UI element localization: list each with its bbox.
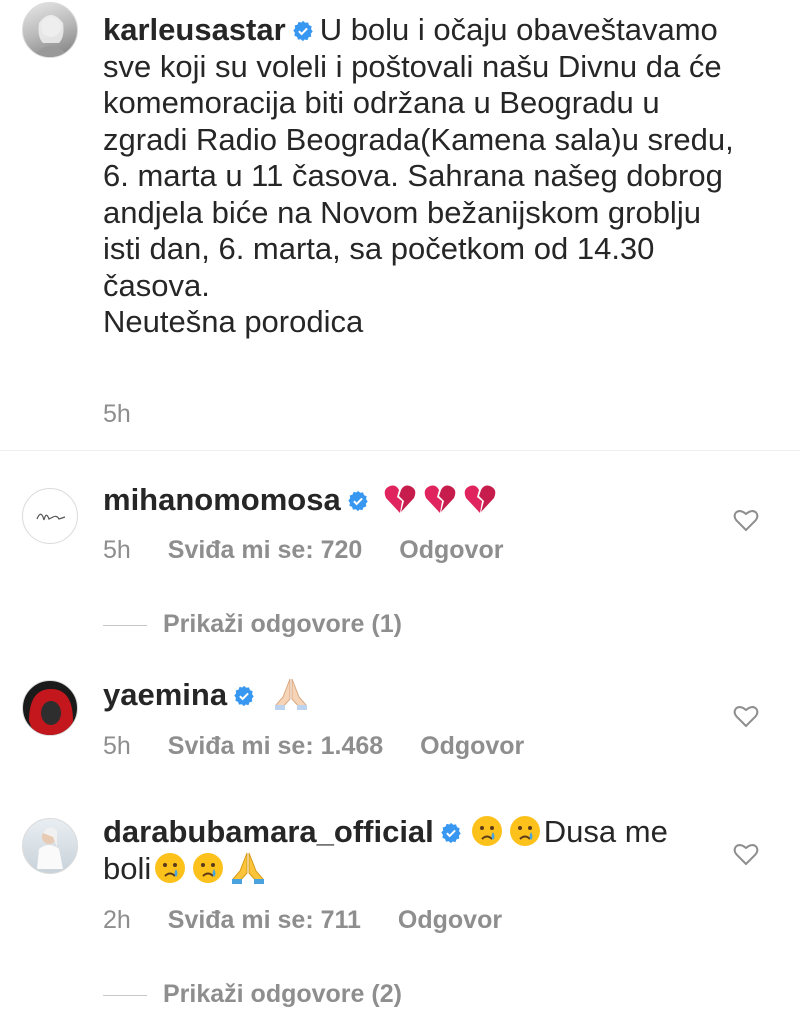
avatar-image	[29, 689, 73, 735]
caption-text-block: karleusastar U bolu i očaju obaveštavamo …	[103, 12, 740, 341]
heartbreak-icon	[425, 485, 456, 513]
like-heart-icon[interactable]	[733, 842, 759, 866]
verified-badge-icon	[234, 685, 254, 707]
like-heart-icon[interactable]	[733, 704, 759, 728]
comment-meta: 5h Sviđa mi se: 720 Odgovor	[103, 536, 533, 565]
like-count[interactable]: Sviđa mi se: 1.468	[168, 732, 383, 760]
comment-meta: 2h Sviđa mi se: 711 Odgovor	[103, 906, 532, 935]
comment-username[interactable]: yaemina	[103, 677, 227, 712]
like-count[interactable]: Sviđa mi se: 711	[168, 906, 361, 934]
view-replies-button[interactable]: Prikaži odgovore (1)	[103, 610, 402, 639]
view-replies-button[interactable]: Prikaži odgovore (2)	[103, 980, 402, 1009]
comment-meta: 5h Sviđa mi se: 1.468 Odgovor	[103, 732, 554, 761]
avatar[interactable]	[22, 818, 78, 874]
comment-time: 2h	[103, 906, 131, 934]
replies-line	[103, 624, 147, 626]
avatar[interactable]	[22, 2, 78, 58]
view-replies-label: Prikaži odgovore (2)	[163, 980, 402, 1008]
caption-meta: 5h	[103, 400, 161, 429]
comment-body: boli	[103, 850, 152, 886]
heartbreak-icon	[385, 485, 416, 513]
comment-text-block: mihanomomosa	[103, 482, 720, 519]
comment-text-block: darabubamara_official Dusa me boli	[103, 814, 720, 887]
like-count[interactable]: Sviđa mi se: 720	[168, 536, 363, 564]
heartbreak-icon	[465, 485, 496, 513]
reply-button[interactable]: Odgovor	[420, 732, 524, 760]
pray-icon	[232, 852, 265, 884]
caption-username[interactable]: karleusastar	[103, 12, 286, 47]
comment-body: Dusa me	[543, 814, 668, 849]
comment-username[interactable]: darabubamara_official	[103, 814, 434, 849]
verified-badge-icon	[348, 490, 368, 512]
crying-face-icon	[193, 852, 224, 883]
verified-badge-icon	[292, 20, 313, 42]
divider	[0, 450, 800, 451]
crying-face-icon	[509, 816, 540, 846]
comment-time: 5h	[103, 536, 131, 564]
crying-face-icon	[471, 816, 502, 846]
signature-logo-icon	[36, 513, 66, 521]
pray-icon	[274, 678, 307, 710]
avatar[interactable]	[22, 680, 78, 736]
like-heart-icon[interactable]	[733, 508, 759, 532]
avatar-image	[32, 15, 70, 57]
avatar-image	[37, 827, 63, 869]
verified-badge-icon	[441, 822, 461, 844]
comment-text-block: yaemina	[103, 677, 720, 714]
crying-face-icon	[155, 852, 186, 883]
caption-body: U bolu i očaju obaveštavamo sve koji su …	[103, 12, 734, 303]
avatar[interactable]	[22, 488, 78, 544]
reply-button[interactable]: Odgovor	[399, 536, 503, 564]
replies-line	[103, 994, 147, 996]
comment-username[interactable]: mihanomomosa	[103, 482, 341, 517]
caption-signature: Neutešna porodica	[103, 304, 364, 339]
comment-time: 5h	[103, 732, 131, 760]
reply-button[interactable]: Odgovor	[398, 906, 502, 934]
view-replies-label: Prikaži odgovore (1)	[163, 610, 402, 638]
caption-time: 5h	[103, 400, 131, 428]
